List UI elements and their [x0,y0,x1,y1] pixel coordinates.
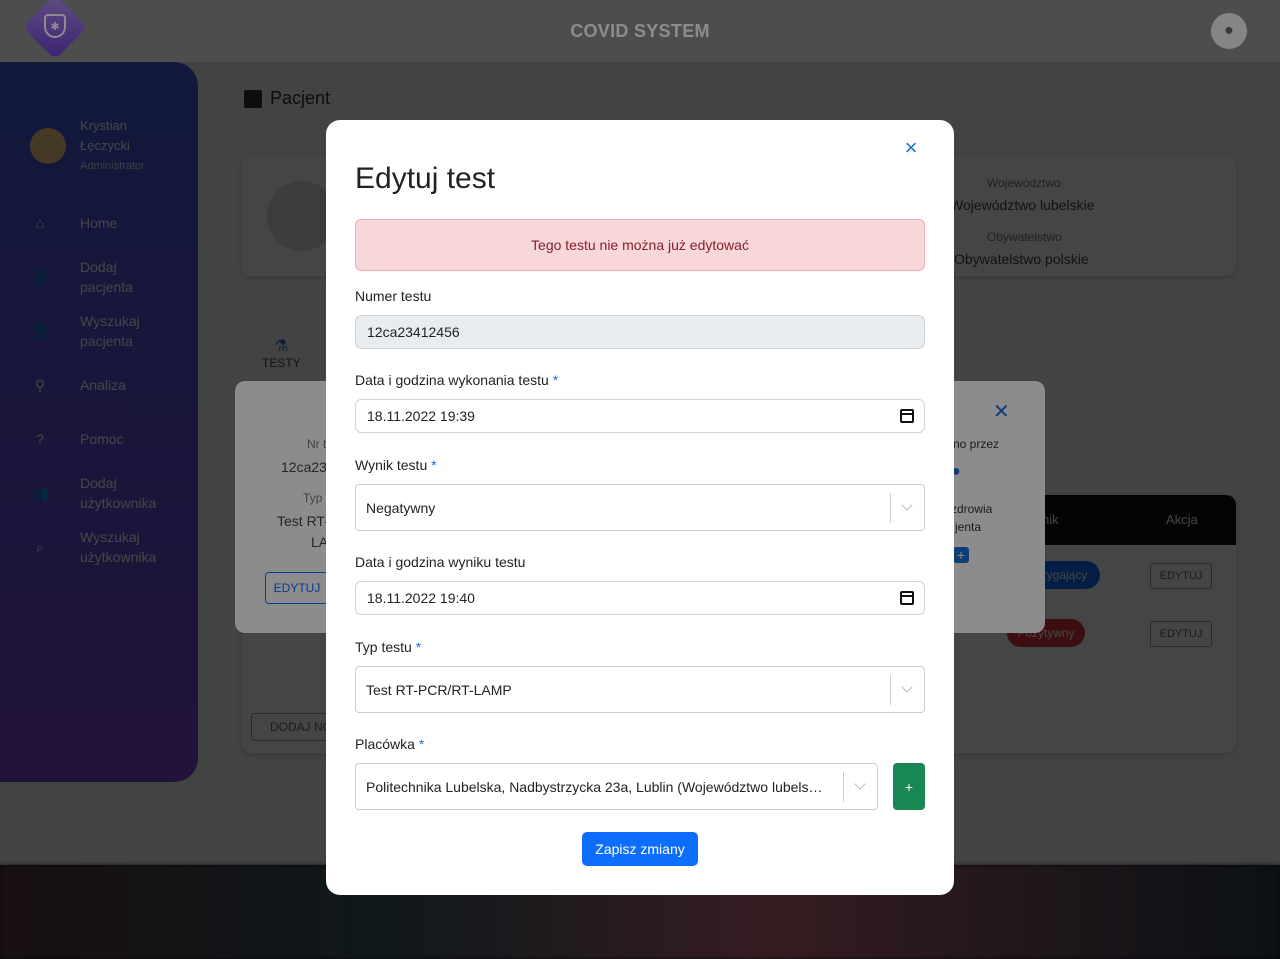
test-date-field[interactable]: 18.11.2022 19:39 [355,399,925,433]
calendar-icon[interactable] [900,591,914,605]
facility-select[interactable]: Politechnika Lubelska, Nadbystrzycka 23a… [355,763,878,810]
required-mark: * [415,639,422,655]
test-number-field[interactable]: 12ca23412456 [355,315,925,349]
result-select[interactable]: Negatywny [355,484,925,531]
result-label: Wynik testu * [355,457,437,473]
required-mark: * [418,736,425,752]
chevron-down-icon[interactable] [851,776,869,796]
chevron-down-icon[interactable] [898,497,916,517]
edit-test-modal: × Edytuj test Tego testu nie można już e… [326,120,954,895]
select-separator [890,675,891,705]
facility-label: Placówka * [355,736,425,752]
required-mark: * [552,372,559,388]
test-date-label: Data i godzina wykonania testu * [355,372,559,388]
result-date-field[interactable]: 18.11.2022 19:40 [355,581,925,615]
save-changes-button[interactable]: Zapisz zmiany [582,832,698,866]
test-type-label: Typ testu * [355,639,422,655]
result-date-label: Data i godzina wyniku testu [355,554,526,570]
close-icon[interactable]: × [899,136,923,160]
select-separator [843,772,844,802]
test-type-select[interactable]: Test RT-PCR/RT-LAMP [355,666,925,713]
required-mark: * [431,457,437,473]
calendar-icon[interactable] [900,409,914,423]
chevron-down-icon[interactable] [898,679,916,699]
error-alert: Tego testu nie można już edytować [355,219,925,271]
select-separator [890,493,891,523]
add-facility-button[interactable]: + [893,763,925,810]
modal-title: Edytuj test [355,162,496,195]
test-number-label: Numer testu [355,288,432,304]
